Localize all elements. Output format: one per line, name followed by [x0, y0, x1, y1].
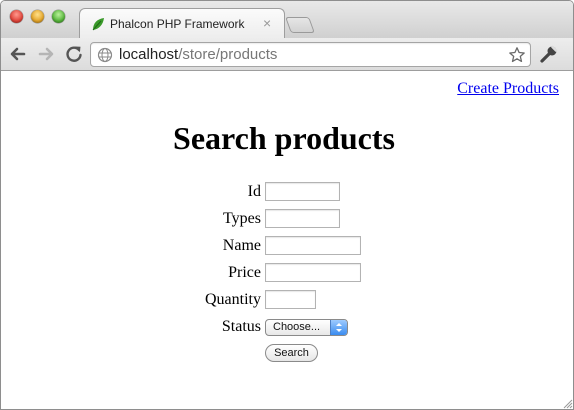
page-title: Search products [173, 120, 395, 156]
address-bar[interactable]: localhost/store/products [90, 42, 531, 67]
close-window-button[interactable] [10, 10, 23, 23]
id-label: Id [247, 183, 261, 200]
wrench-icon[interactable] [539, 44, 559, 64]
star-icon[interactable] [508, 46, 526, 64]
price-label: Price [228, 264, 261, 281]
price-input[interactable] [265, 263, 361, 282]
page-content: Create Products Search products Id Types… [1, 71, 573, 409]
types-label: Types [223, 210, 261, 227]
quantity-input[interactable] [265, 290, 316, 309]
name-input[interactable] [265, 236, 361, 255]
status-label: Status [221, 318, 261, 335]
minimize-window-button[interactable] [31, 10, 44, 23]
url-text: localhost/store/products [119, 46, 277, 63]
form-row-name: Name [1, 235, 573, 257]
select-arrows-icon [330, 320, 347, 335]
new-tab-button[interactable] [285, 17, 315, 33]
name-label: Name [222, 237, 261, 254]
reload-icon[interactable] [64, 44, 84, 64]
form-row-price: Price [1, 262, 573, 284]
resize-grip-icon[interactable] [563, 399, 573, 409]
form-row-status: Status Choose... [1, 316, 573, 338]
zoom-window-button[interactable] [52, 10, 65, 23]
browser-tab[interactable]: Phalcon PHP Framework × [79, 8, 285, 39]
tab-close-icon[interactable]: × [263, 15, 271, 31]
globe-icon [97, 47, 113, 63]
back-arrow-icon[interactable] [8, 44, 28, 64]
url-host: localhost [119, 46, 179, 63]
forward-arrow-icon[interactable] [36, 44, 56, 64]
status-selected-value: Choose... [273, 321, 321, 333]
form-row-quantity: Quantity [1, 289, 573, 311]
form-row-id: Id [1, 181, 573, 203]
quantity-label: Quantity [205, 291, 261, 308]
title-bar: Phalcon PHP Framework × [1, 1, 573, 39]
form-row-types: Types [1, 208, 573, 230]
types-input[interactable] [265, 209, 340, 228]
create-products-link[interactable]: Create Products [457, 80, 559, 98]
search-button[interactable]: Search [265, 344, 318, 362]
phalcon-leaf-icon [92, 18, 104, 31]
browser-toolbar: localhost/store/products [1, 38, 573, 71]
url-path: /store/products [178, 46, 278, 63]
tab-title: Phalcon PHP Framework [110, 17, 245, 31]
updown-arrows-icon [336, 323, 342, 332]
browser-window: Phalcon PHP Framework × localhost/store/… [0, 0, 574, 410]
id-input[interactable] [265, 182, 340, 201]
status-select[interactable]: Choose... [265, 319, 348, 336]
